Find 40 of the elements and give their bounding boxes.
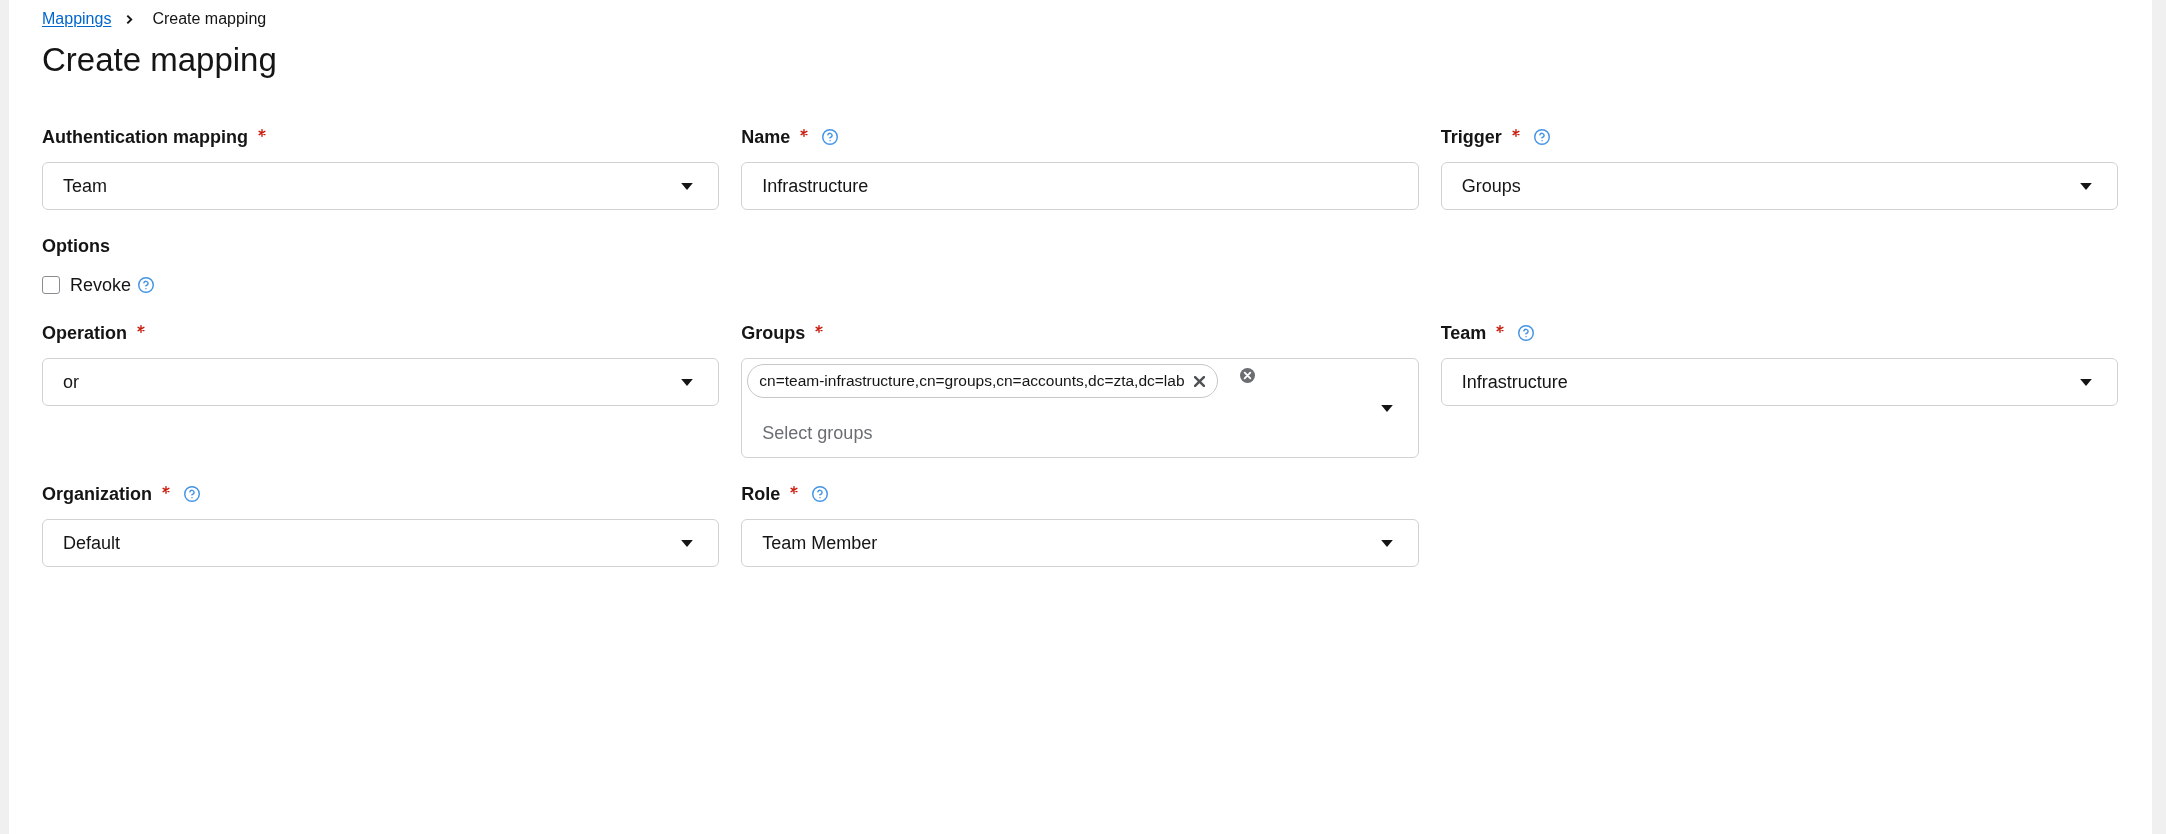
groups-multiselect[interactable]: cn=team-infrastructure,cn=groups,cn=accounts,dc=zta,dc=lab Select groups bbox=[741, 358, 1419, 458]
select-dropdown[interactable]: Default bbox=[42, 519, 720, 567]
field-label: Name bbox=[741, 126, 791, 149]
help-icon[interactable] bbox=[184, 486, 200, 502]
caret-icon bbox=[681, 378, 694, 386]
field-label: Authentication mapping bbox=[42, 126, 248, 149]
select-dropdown[interactable]: Groups bbox=[1440, 162, 2118, 210]
checkbox-label: Revoke bbox=[70, 273, 132, 297]
field-label: Groups bbox=[741, 322, 806, 345]
caret-icon bbox=[1380, 404, 1393, 412]
select-dropdown[interactable]: Team Member bbox=[741, 519, 1419, 567]
select-dropdown[interactable]: or bbox=[42, 358, 720, 406]
help-icon[interactable] bbox=[138, 277, 155, 293]
breadcrumb-current: Create mapping bbox=[152, 9, 267, 29]
field-label: Role bbox=[741, 483, 781, 506]
section-label: Options bbox=[42, 235, 110, 258]
help-icon[interactable] bbox=[822, 129, 839, 145]
text-input[interactable]: Infrastructure bbox=[741, 162, 1419, 210]
clear-icon[interactable] bbox=[1239, 368, 1255, 383]
field-label: Team bbox=[1440, 322, 1487, 345]
remove-chip-icon[interactable] bbox=[1193, 375, 1205, 387]
help-icon[interactable] bbox=[812, 486, 829, 502]
help-icon[interactable] bbox=[1533, 129, 1550, 145]
caret-icon bbox=[2080, 182, 2092, 190]
field-label: Organization bbox=[42, 483, 152, 506]
checkbox[interactable] bbox=[42, 276, 60, 294]
select-dropdown[interactable]: Team bbox=[42, 162, 720, 210]
groups-search-input[interactable]: Select groups bbox=[747, 411, 1348, 455]
caret-icon bbox=[2080, 378, 2092, 386]
field-label: Operation bbox=[42, 322, 127, 345]
chevron-right-icon bbox=[126, 13, 134, 25]
chip-label: cn=team-infrastructure,cn=groups,cn=accounts,dc=zta,dc=lab bbox=[759, 371, 1185, 392]
select-dropdown[interactable]: Infrastructure bbox=[1440, 358, 2118, 406]
caret-icon bbox=[681, 539, 694, 547]
field-label: Trigger bbox=[1440, 126, 1502, 149]
help-icon[interactable] bbox=[1518, 325, 1535, 341]
caret-icon bbox=[1380, 539, 1393, 547]
page-title: Create mapping bbox=[42, 42, 277, 78]
caret-icon bbox=[681, 182, 694, 190]
breadcrumb-link[interactable]: Mappings bbox=[42, 7, 112, 31]
